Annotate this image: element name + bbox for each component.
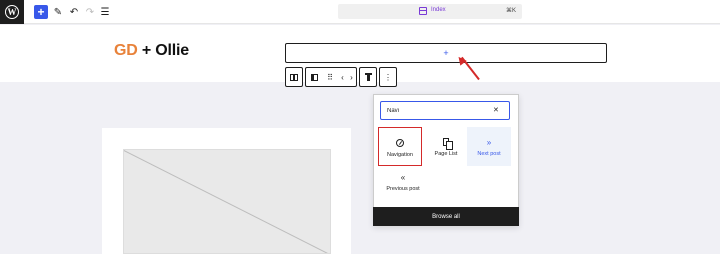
block-option-label: Page List xyxy=(434,151,458,157)
options-group: ⋮ xyxy=(379,67,397,87)
compass-icon xyxy=(396,136,404,150)
next-icon: » xyxy=(486,137,492,147)
block-option-label: Next post xyxy=(477,151,501,157)
align-top-icon[interactable] xyxy=(360,68,376,86)
move-right-icon[interactable]: › xyxy=(347,68,356,86)
block-toolbar: ⠿ ‹ › ⋮ xyxy=(285,67,397,87)
add-block-button[interactable]: + xyxy=(34,5,48,19)
site-title-rest: + Ollie xyxy=(141,42,189,59)
block-icon[interactable] xyxy=(306,68,322,86)
editor-top-toolbar: W + ✎ ↶ ↷ ☰ Index ⌘K xyxy=(0,0,720,24)
image-placeholder[interactable] xyxy=(123,149,331,254)
command-shortcut: ⌘K xyxy=(505,8,516,14)
site-title[interactable]: GD + Ollie xyxy=(114,42,189,60)
block-option-page-list[interactable]: Page List xyxy=(424,127,468,166)
parent-block-group xyxy=(285,67,303,87)
block-controls-group: ⠿ ‹ › xyxy=(305,67,357,87)
previous-icon: « xyxy=(400,172,406,182)
columns-icon[interactable] xyxy=(286,68,302,86)
redo-icon[interactable]: ↷ xyxy=(83,5,97,19)
move-left-icon[interactable]: ‹ xyxy=(338,68,347,86)
site-title-accent: GD xyxy=(114,42,138,59)
command-palette-button[interactable]: Index ⌘K xyxy=(338,4,522,19)
align-group xyxy=(359,67,377,87)
add-block-icon: + xyxy=(443,48,449,58)
wordpress-logo-icon[interactable]: W xyxy=(0,0,24,24)
block-option-previous-post[interactable]: « Previous post xyxy=(380,166,426,205)
block-option-label: Previous post xyxy=(386,186,420,192)
clear-search-icon[interactable]: ✕ xyxy=(493,106,499,114)
block-option-navigation[interactable]: Navigation xyxy=(378,127,422,166)
block-search-input[interactable] xyxy=(380,101,510,120)
tools-brush-icon[interactable]: ✎ xyxy=(51,5,65,19)
document-overview-icon[interactable]: ☰ xyxy=(98,5,112,19)
undo-icon[interactable]: ↶ xyxy=(67,5,81,19)
template-icon xyxy=(419,7,427,15)
pages-icon xyxy=(443,135,453,150)
template-title: Index xyxy=(431,7,446,13)
block-option-next-post[interactable]: » Next post xyxy=(467,127,511,166)
browse-all-button[interactable]: Browse all xyxy=(373,207,519,226)
drag-handle-icon[interactable]: ⠿ xyxy=(322,68,338,86)
block-option-label: Navigation xyxy=(387,152,413,158)
more-options-icon[interactable]: ⋮ xyxy=(380,68,396,86)
navigation-block-placeholder[interactable]: + xyxy=(285,43,607,63)
